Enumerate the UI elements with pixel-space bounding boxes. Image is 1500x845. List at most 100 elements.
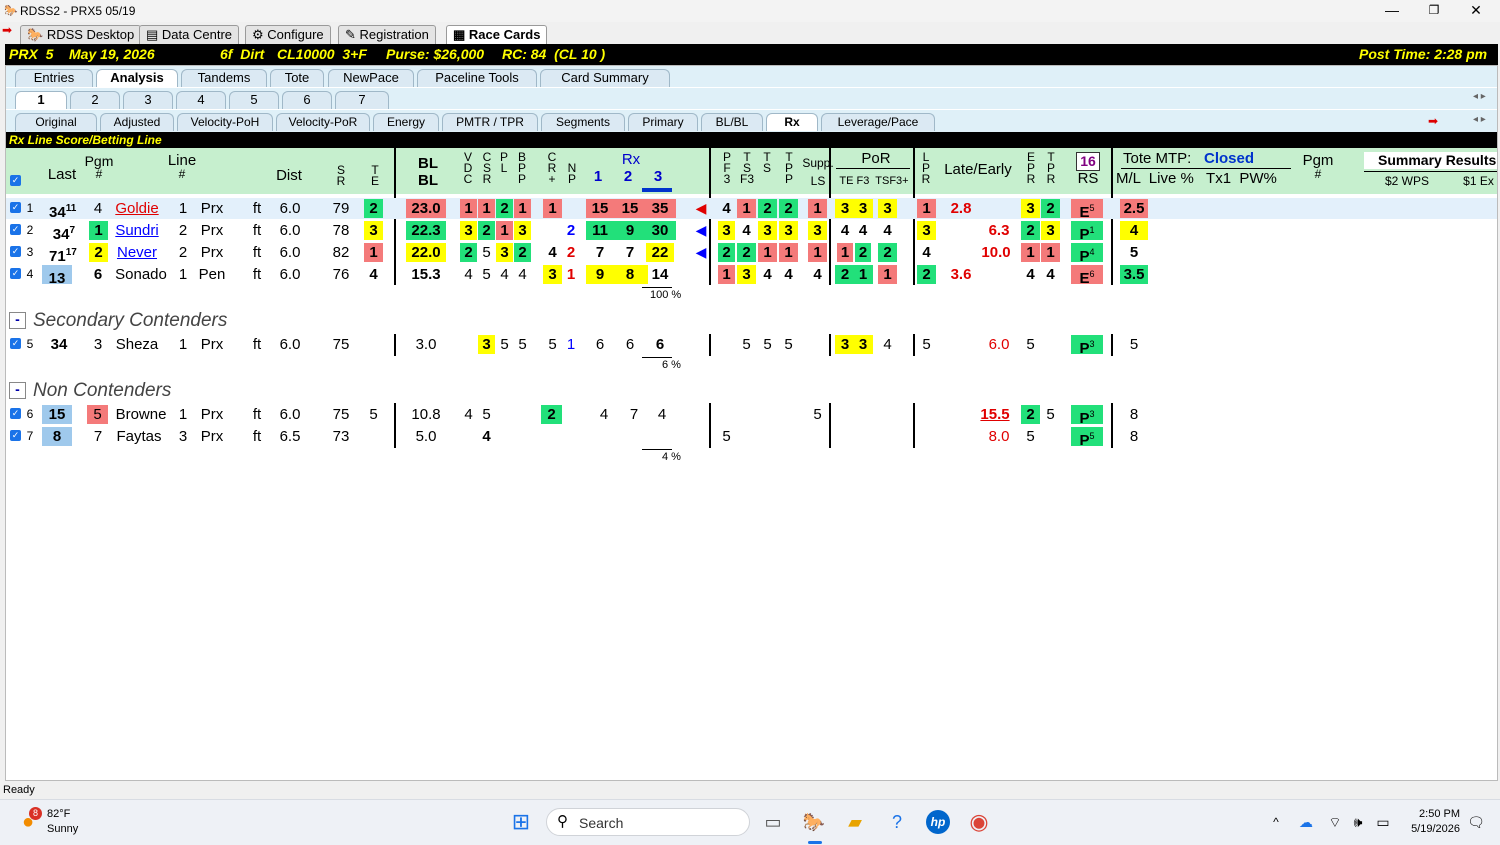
tab-segments[interactable]: Segments (541, 113, 625, 131)
hp-icon[interactable]: hp (926, 810, 950, 834)
ml-odds: 8 (1129, 428, 1139, 445)
last-value: 8 (42, 427, 72, 446)
tab-pmtr-tpr[interactable]: PMTR / TPR (442, 113, 538, 131)
rdss-app-icon[interactable]: 🐎 (802, 810, 826, 834)
table-row[interactable]: ✓ 5 34 3 Sheza 1 Prx ft 6.0 75 3.0 3 5 5… (6, 334, 1497, 357)
header-ex: $1 Ex (1463, 176, 1494, 187)
minimize-button[interactable]: — (1372, 1, 1412, 21)
race-card-panel: Entries Analysis Tandems Tote NewPace Pa… (5, 65, 1498, 781)
horse-name-link[interactable]: Goldie (112, 199, 162, 218)
tab-velocity-poh[interactable]: Velocity-PoH (177, 113, 273, 131)
tab-analysis[interactable]: Analysis (96, 69, 178, 87)
tab-race-4[interactable]: 4 (176, 91, 226, 109)
tab-race-2[interactable]: 2 (70, 91, 120, 109)
tab-entries[interactable]: Entries (15, 69, 93, 87)
row-checkbox[interactable]: ✓ (10, 408, 21, 419)
row-checkbox[interactable]: ✓ (10, 246, 21, 257)
collapse-secondary-button[interactable]: - (9, 312, 26, 329)
table-row[interactable]: ✓ 7 8 7 Faytas 3 Prx ft 6.5 73 5.0 4 5 8… (6, 426, 1497, 449)
np: 2 (566, 222, 576, 239)
gear-icon: ⚙ (252, 27, 268, 42)
horse-name[interactable]: Faytas (112, 427, 166, 446)
epr: 5 (1026, 428, 1035, 445)
tab-original[interactable]: Original (15, 113, 97, 131)
scroll-arrows-icon-2[interactable]: ◂ ▸ (1473, 114, 1486, 125)
summary-results-header[interactable]: Summary Results (1364, 152, 1497, 169)
cr: 1 (543, 199, 562, 218)
battery-icon[interactable]: ▭ (1371, 810, 1395, 834)
tab-velocity-por[interactable]: Velocity-PoR (276, 113, 370, 131)
windows-start-icon[interactable]: ⊞ (509, 810, 533, 834)
header-pl: PL (499, 150, 508, 175)
status-text: Ready (3, 784, 35, 796)
horse-name[interactable]: Browne (112, 405, 170, 424)
table-row[interactable]: ✓ 1 3411 4 Goldie 1 Prx ft 6.0 79 2 23.0… (6, 198, 1497, 221)
row-checkbox[interactable]: ✓ (10, 268, 21, 279)
horse-name-link[interactable]: Never (112, 243, 162, 262)
tab-race-6[interactable]: 6 (282, 91, 332, 109)
table-row[interactable]: ✓ 2 347 1 Sundri 2 Prx ft 6.0 78 3 22.3 … (6, 220, 1497, 243)
row-checkbox[interactable]: ✓ (10, 338, 21, 349)
close-button[interactable]: ✕ (1456, 1, 1496, 21)
search-box[interactable]: ⚲ Search (546, 808, 750, 836)
tpp: 1 (779, 243, 798, 262)
bl: 23.0 (406, 199, 446, 218)
pgm-number: 4 (93, 200, 103, 217)
tab-race-cards[interactable]: ▦ Race Cards (446, 25, 548, 44)
tab-race-7[interactable]: 7 (335, 91, 389, 109)
header-vdc: VDC (463, 150, 473, 186)
ls: 1 (808, 243, 827, 262)
table-row[interactable]: ✓ 4 13 6 Sonado 1 Pen ft 6.0 76 4 15.3 4… (6, 264, 1497, 287)
chrome-icon[interactable]: ◉ (967, 810, 991, 834)
clock-time[interactable]: 2:50 PM (1408, 808, 1460, 820)
tab-rdss-desktop[interactable]: 🐎 RDSS Desktop (20, 25, 142, 44)
notification-icon[interactable]: 🗨 (1464, 810, 1488, 834)
row-checkbox[interactable]: ✓ (10, 430, 21, 441)
tab-race-5[interactable]: 5 (229, 91, 279, 109)
tab-race-3[interactable]: 3 (123, 91, 173, 109)
chevron-up-icon[interactable]: ^ (1264, 810, 1288, 834)
select-all-checkbox[interactable]: ✓ (10, 175, 21, 186)
wifi-icon[interactable]: ⌔ (1323, 810, 1347, 834)
horse-name-link[interactable]: Sundri (112, 221, 162, 240)
onedrive-icon[interactable]: ☁ (1294, 810, 1318, 834)
tab-bl-bl[interactable]: BL/BL (701, 113, 763, 131)
early-value-link[interactable]: 15.5 (976, 405, 1014, 424)
maximize-button[interactable]: ❐ (1414, 1, 1454, 21)
late-value: 3.6 (950, 266, 972, 283)
race-class: CL10000 3+F (277, 46, 367, 62)
horse-name[interactable]: Sonado (112, 265, 170, 284)
tab-newpace[interactable]: NewPace (328, 69, 414, 87)
tab-rx[interactable]: Rx (766, 113, 818, 131)
volume-icon[interactable]: 🕪 (1346, 810, 1370, 834)
table-row[interactable]: ✓ 6 15 5 Browne 1 Prx ft 6.0 75 5 10.8 4… (6, 404, 1497, 427)
clock-date[interactable]: 5/19/2026 (1402, 823, 1460, 835)
scroll-arrows-icon[interactable]: ◂ ▸ (1473, 91, 1486, 102)
help-icon[interactable]: ? (885, 810, 909, 834)
race-date: May 19, 2026 (69, 46, 155, 62)
tab-registration[interactable]: ✎ Registration (338, 25, 436, 44)
file-explorer-icon[interactable]: ▰ (843, 810, 867, 834)
row-checkbox[interactable]: ✓ (10, 202, 21, 213)
tab-configure[interactable]: ⚙ Configure (245, 25, 331, 44)
table-row[interactable]: ✓ 3 7117 2 Never 2 Prx ft 6.0 82 1 22.0 … (6, 242, 1497, 265)
tab-tandems[interactable]: Tandems (181, 69, 267, 87)
row-checkbox[interactable]: ✓ (10, 224, 21, 235)
por-te: 3 (840, 200, 850, 217)
bl: 22.3 (406, 221, 446, 240)
ls: 1 (808, 199, 827, 218)
early-value: 6.3 (988, 222, 1010, 239)
tab-data-centre[interactable]: ▤ Data Centre (139, 25, 239, 44)
task-view-icon[interactable]: ▭ (761, 810, 785, 834)
tab-paceline-tools[interactable]: Paceline Tools (417, 69, 537, 87)
export-arrow-icon[interactable]: ➡ (1428, 114, 1438, 128)
tab-leverage-pace[interactable]: Leverage/Pace (821, 113, 935, 131)
collapse-non-button[interactable]: - (9, 382, 26, 399)
horse-name[interactable]: Sheza (112, 335, 162, 354)
tab-race-1[interactable]: 1 (15, 91, 67, 109)
tab-card-summary[interactable]: Card Summary (540, 69, 670, 87)
tab-tote[interactable]: Tote (270, 69, 324, 87)
tab-energy[interactable]: Energy (373, 113, 439, 131)
tab-primary[interactable]: Primary (628, 113, 698, 131)
tab-adjusted[interactable]: Adjusted (100, 113, 174, 131)
